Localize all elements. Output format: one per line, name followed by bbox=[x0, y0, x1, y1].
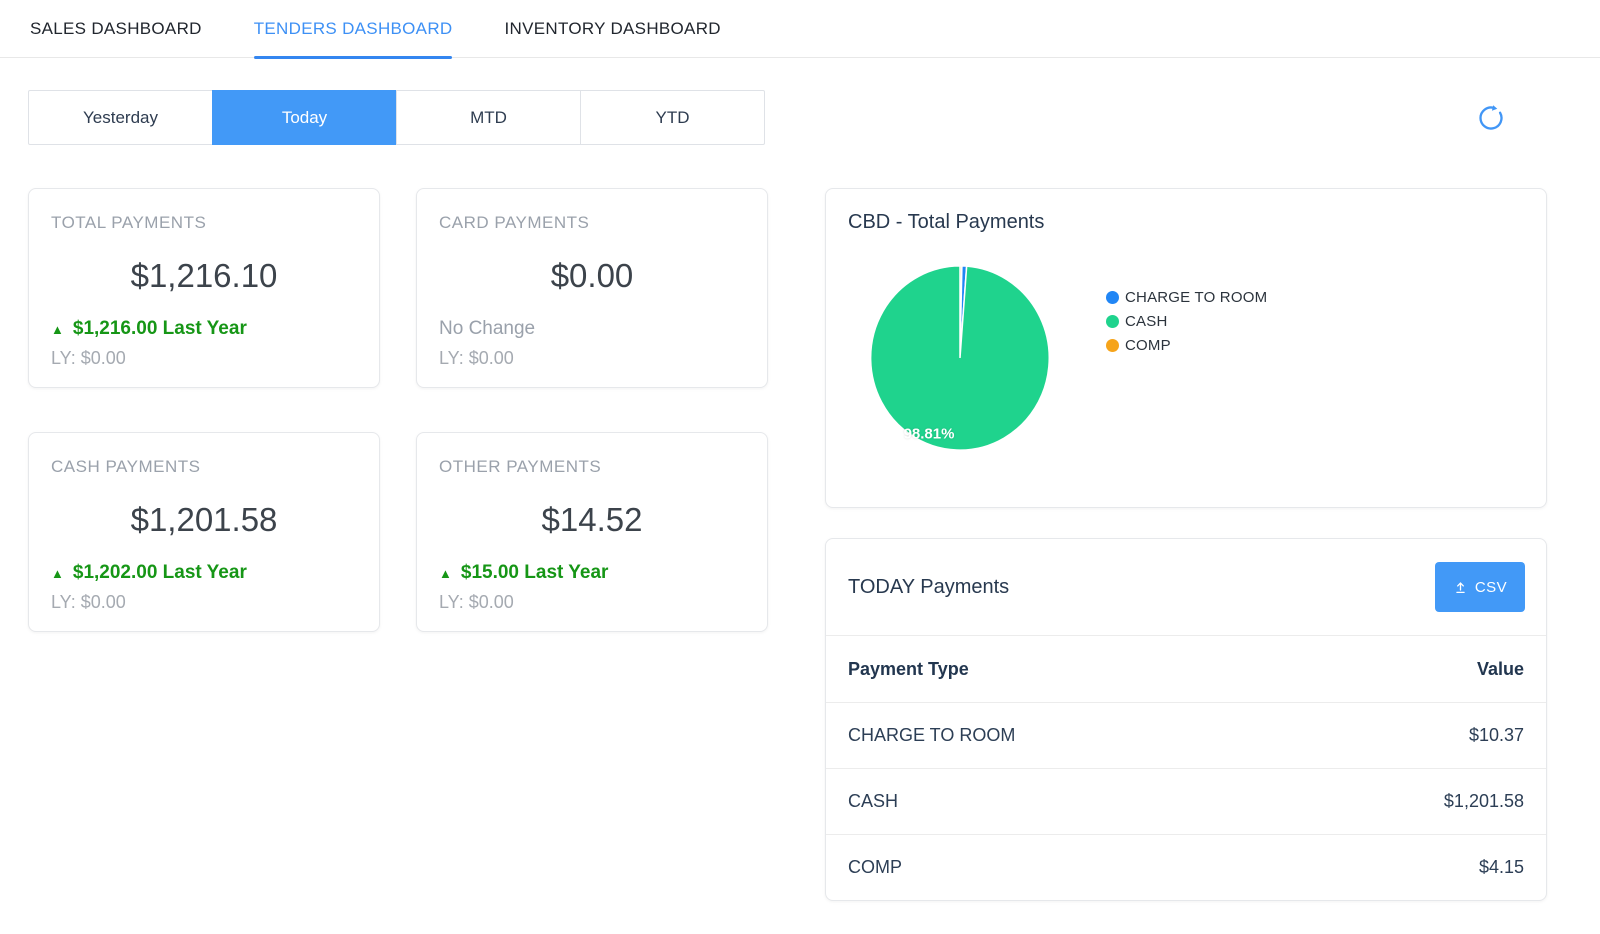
legend-item-comp[interactable]: COMP bbox=[1106, 333, 1267, 357]
total-payments-card: TOTAL PAYMENTS $1,216.10 ▲ $1,216.00 Las… bbox=[28, 188, 380, 388]
filter-yesterday-button[interactable]: Yesterday bbox=[28, 90, 213, 145]
tab-tenders-dashboard[interactable]: TENDERS DASHBOARD bbox=[254, 0, 453, 58]
stat-value: $1,216.10 bbox=[51, 257, 357, 295]
legend-dot-orange bbox=[1106, 339, 1119, 352]
other-payments-card: OTHER PAYMENTS $14.52 ▲ $15.00 Last Year… bbox=[416, 432, 768, 632]
csv-export-button[interactable]: CSV bbox=[1435, 562, 1525, 612]
table-title: TODAY Payments bbox=[848, 576, 1009, 599]
up-arrow-icon: ▲ bbox=[51, 322, 64, 337]
legend-item-charge-to-room[interactable]: CHARGE TO ROOM bbox=[1106, 285, 1267, 309]
stat-last-year: LY: $0.00 bbox=[51, 348, 357, 369]
right-column: CBD - Total Payments 98.81% CHARGE TO RO… bbox=[825, 188, 1547, 901]
upload-icon bbox=[1453, 580, 1468, 595]
stat-label: CARD PAYMENTS bbox=[439, 213, 745, 233]
stat-delta-text: $1,202.00 Last Year bbox=[73, 562, 247, 584]
stat-delta: ▲ $1,202.00 Last Year bbox=[51, 562, 357, 584]
filter-today-button[interactable]: Today bbox=[212, 90, 397, 145]
stat-delta: ▲ $1,216.00 Last Year bbox=[51, 318, 357, 340]
legend-dot-green bbox=[1106, 315, 1119, 328]
stat-label: TOTAL PAYMENTS bbox=[51, 213, 357, 233]
stat-last-year: LY: $0.00 bbox=[439, 348, 745, 369]
filter-row: Yesterday Today MTD YTD bbox=[28, 90, 1572, 145]
pie-chart bbox=[866, 261, 1054, 455]
main-content: TOTAL PAYMENTS $1,216.10 ▲ $1,216.00 Las… bbox=[28, 188, 1572, 901]
value-cell: $10.37 bbox=[1469, 725, 1524, 746]
pie-percentage-label: 98.81% bbox=[904, 426, 955, 443]
refresh-icon bbox=[1475, 102, 1507, 134]
stat-delta: ▲ $15.00 Last Year bbox=[439, 562, 745, 584]
legend-dot-blue bbox=[1106, 291, 1119, 304]
pie-slice[interactable] bbox=[871, 266, 1050, 450]
stat-cards-grid: TOTAL PAYMENTS $1,216.10 ▲ $1,216.00 Las… bbox=[28, 188, 768, 632]
tab-sales-dashboard[interactable]: SALES DASHBOARD bbox=[30, 0, 202, 58]
cash-payments-card: CASH PAYMENTS $1,201.58 ▲ $1,202.00 Last… bbox=[28, 432, 380, 632]
filter-mtd-button[interactable]: MTD bbox=[396, 90, 581, 145]
up-arrow-icon: ▲ bbox=[51, 566, 64, 581]
stat-label: CASH PAYMENTS bbox=[51, 457, 357, 477]
pie-chart-title: CBD - Total Payments bbox=[848, 211, 1524, 234]
table-header: TODAY Payments CSV bbox=[826, 539, 1546, 636]
payments-table-card: TODAY Payments CSV Pa bbox=[825, 538, 1547, 901]
stat-last-year: LY: $0.00 bbox=[439, 592, 745, 613]
column-header-payment-type: Payment Type bbox=[848, 659, 969, 680]
up-arrow-icon: ▲ bbox=[439, 566, 452, 581]
legend-item-cash[interactable]: CASH bbox=[1106, 309, 1267, 333]
stat-delta: No Change bbox=[439, 318, 745, 340]
table-row[interactable]: CASH $1,201.58 bbox=[826, 768, 1546, 834]
dashboard-tabbar: SALES DASHBOARD TENDERS DASHBOARD INVENT… bbox=[0, 0, 1600, 58]
filter-ytd-button[interactable]: YTD bbox=[580, 90, 765, 145]
stat-last-year: LY: $0.00 bbox=[51, 592, 357, 613]
tab-inventory-dashboard[interactable]: INVENTORY DASHBOARD bbox=[504, 0, 720, 58]
stat-delta-text: $1,216.00 Last Year bbox=[73, 318, 247, 340]
column-header-value: Value bbox=[1477, 659, 1524, 680]
stat-label: OTHER PAYMENTS bbox=[439, 457, 745, 477]
pie-chart-card: CBD - Total Payments 98.81% CHARGE TO RO… bbox=[825, 188, 1547, 508]
pie-legend: CHARGE TO ROOM CASH COMP bbox=[1106, 285, 1267, 357]
payment-type-cell: CHARGE TO ROOM bbox=[848, 725, 1015, 746]
date-range-button-group: Yesterday Today MTD YTD bbox=[28, 90, 765, 145]
table-row[interactable]: COMP $4.15 bbox=[826, 834, 1546, 900]
value-cell: $4.15 bbox=[1479, 857, 1524, 878]
card-payments-card: CARD PAYMENTS $0.00 No Change LY: $0.00 bbox=[416, 188, 768, 388]
table-row[interactable]: CHARGE TO ROOM $10.37 bbox=[826, 702, 1546, 768]
value-cell: $1,201.58 bbox=[1444, 791, 1524, 812]
legend-label: CHARGE TO ROOM bbox=[1125, 289, 1267, 306]
payment-type-cell: CASH bbox=[848, 791, 898, 812]
stat-value: $1,201.58 bbox=[51, 501, 357, 539]
stat-value: $14.52 bbox=[439, 501, 745, 539]
refresh-button[interactable] bbox=[1474, 101, 1508, 135]
legend-label: COMP bbox=[1125, 337, 1171, 354]
stat-delta-text: $15.00 Last Year bbox=[461, 562, 609, 584]
payment-type-cell: COMP bbox=[848, 857, 902, 878]
csv-button-label: CSV bbox=[1475, 579, 1507, 596]
stat-delta-text: No Change bbox=[439, 318, 535, 340]
legend-label: CASH bbox=[1125, 313, 1167, 330]
table-column-header-row: Payment Type Value bbox=[826, 636, 1546, 702]
stat-value: $0.00 bbox=[439, 257, 745, 295]
